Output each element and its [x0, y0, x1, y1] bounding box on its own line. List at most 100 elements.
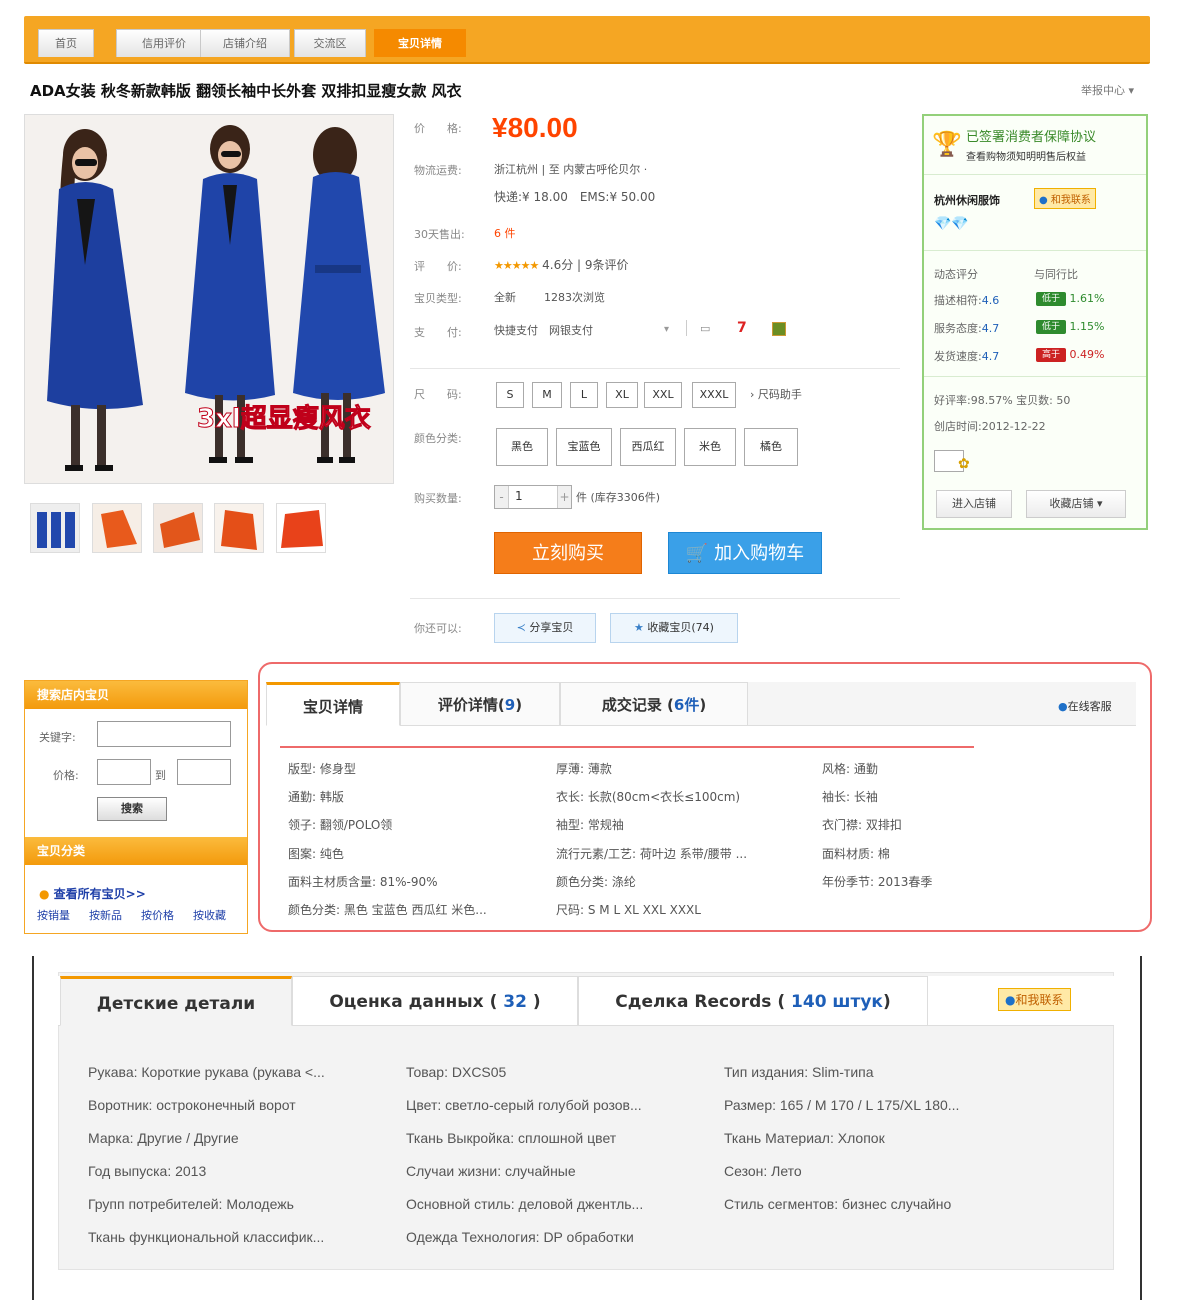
thumbnail-4[interactable] [214, 503, 264, 553]
score-value: 4.6 [981, 294, 1000, 307]
thumbnail-1[interactable] [30, 503, 80, 553]
contact-seller-button[interactable]: ● 和我联系 [1034, 188, 1096, 209]
size-option-xl[interactable]: XL [606, 382, 638, 408]
add-to-cart-button[interactable]: 🛒 加入购物车 [668, 532, 822, 574]
search-button[interactable]: 搜索 [97, 797, 167, 821]
online-service-link[interactable]: ●在线客服 [1058, 698, 1112, 714]
shop-name[interactable]: 杭州休闲服饰 [934, 192, 1000, 208]
size-option-xxl[interactable]: XXL [644, 382, 682, 408]
all-items-link[interactable]: ● 查看所有宝贝>> [39, 885, 146, 902]
color-option-black[interactable]: 黑色 [496, 428, 548, 466]
size-option-xxxl[interactable]: XXXL [692, 382, 736, 408]
shop-search-panel: 搜索店内宝贝 关键字: 价格: 到 搜索 宝贝分类 ● 查看所有宝贝>> 按销量… [24, 680, 248, 934]
image-caption: 3xl超显瘦风衣 [197, 403, 371, 434]
medal-icon: ✿ [958, 456, 970, 472]
size-helper-link[interactable]: › 尺码助手 [750, 386, 802, 402]
guarantee-sub[interactable]: 查看购物须知明明售后权益 [966, 148, 1086, 163]
attribute-item-ru: Ткань Выкройка: сплошной цвет [406, 1130, 617, 1146]
tab-item-details[interactable]: 宝贝详情 [266, 682, 400, 726]
rating-label: 评 价: [414, 260, 462, 273]
views: 1283次浏览 [544, 291, 605, 304]
attribute-item-ru: Товар: DXCS05 [406, 1064, 507, 1080]
thumbnail-2[interactable] [92, 503, 142, 553]
diamond-rank-icon: 💎💎 [934, 216, 969, 232]
status-badge: 低于 [1036, 320, 1066, 334]
tab-forum[interactable]: 交流区 [294, 29, 366, 57]
good-rate: 好评率:98.57% [934, 394, 1013, 407]
color-option-beige[interactable]: 米色 [684, 428, 736, 466]
contact-seller-button-ru[interactable]: ●和我联系 [998, 988, 1071, 1011]
minus-icon[interactable]: - [495, 486, 509, 508]
plus-icon[interactable]: + [557, 486, 571, 508]
attribute-item-ru: Одежда Технология: DP обработки [406, 1229, 634, 1245]
guarantee-title[interactable]: 已签署消费者保障协议 [966, 126, 1096, 145]
product-title: ADA女装 秋冬新款韩版 翻领长袖中长外套 双排扣显瘦女款 风衣 [30, 82, 462, 100]
chevron-down-icon[interactable]: ▾ [664, 324, 669, 335]
rating[interactable]: ★★★★★ 4.6分 | 9条评价 [494, 256, 629, 273]
price-min-input[interactable] [97, 759, 151, 785]
star-icon: ★ [634, 621, 644, 634]
tab-transactions-ru[interactable]: Сделка Records ( 140 штук) [578, 976, 928, 1026]
qty-label: 购买数量: [414, 492, 462, 505]
attribute-item: 通勤: 韩版 [288, 790, 344, 805]
detail-panel-cn: 宝贝详情 评价详情(9) 成交记录 (6件) ●在线客服 版型: 修身型 厚薄: … [258, 662, 1152, 932]
tab-details-ru[interactable]: Детские детали [60, 976, 292, 1026]
type-label: 宝贝类型: [414, 292, 462, 305]
attribute-item: 厚薄: 薄款 [556, 762, 612, 776]
chat-icon: ● [1058, 700, 1068, 713]
price-range-label: 价格: [53, 769, 79, 782]
size-option-m[interactable]: M [532, 382, 562, 408]
attribute-item: 尺码: S M L XL XXL XXXL [556, 903, 701, 917]
buy-now-button[interactable]: 立刻购买 [494, 532, 642, 574]
tab-transactions[interactable]: 成交记录 (6件) [560, 682, 748, 726]
share-label-text: 分享宝贝 [529, 621, 574, 634]
size-option-l[interactable]: L [570, 382, 598, 408]
divider [924, 250, 1146, 251]
quantity-input[interactable]: 1 [515, 489, 523, 503]
chat-icon: ● [1039, 195, 1048, 206]
color-label: 颜色分类: [414, 432, 462, 445]
color-option-royal-blue[interactable]: 宝蓝色 [556, 428, 612, 466]
keyword-input[interactable] [97, 721, 231, 747]
enter-shop-button[interactable]: 进入店铺 [936, 490, 1012, 518]
favorite-shop-button[interactable]: 收藏店铺 ▾ [1026, 490, 1126, 518]
attribute-item: 风格: 通勤 [822, 762, 878, 776]
sort-by-new-link[interactable]: 按新品 [89, 907, 122, 923]
tab-credit[interactable]: 信用评价 [116, 29, 212, 57]
product-main-image[interactable]: 3xl超显瘦风衣 [24, 114, 394, 484]
price-max-input[interactable] [177, 759, 231, 785]
tab-shop-intro[interactable]: 店铺介绍 [200, 29, 290, 57]
logistics-route[interactable]: 浙江杭州 | 至 内蒙古呼伦贝尔 · [494, 161, 647, 177]
color-option-watermelon-red[interactable]: 西瓜红 [620, 428, 676, 466]
divider [924, 376, 1146, 377]
color-option-orange[interactable]: 橘色 [744, 428, 798, 466]
sort-by-favorites-link[interactable]: 按收藏 [193, 907, 226, 923]
attribute-item-ru: Основной стиль: деловой джентль... [406, 1196, 644, 1212]
rating-count[interactable]: 9条评价 [585, 258, 629, 272]
tab-reviews-ru[interactable]: Оценка данных ( 32 ) [292, 976, 578, 1026]
quantity-stepper[interactable]: - 1 + [494, 485, 572, 509]
attribute-item: 图案: 纯色 [288, 846, 344, 861]
score-label: 描述相符: [934, 294, 982, 307]
thumbnail-5[interactable] [276, 503, 326, 553]
star-rating-icon: ★★★★★ [494, 259, 539, 272]
attribute-item: 颜色分类: 涤纶 [556, 874, 636, 889]
share-button[interactable]: ≺ 分享宝贝 [494, 613, 596, 643]
trophy-icon: 🏆 [932, 130, 962, 158]
score-label: 发货速度: [934, 350, 982, 363]
chevron-down-icon: ▾ [1128, 84, 1134, 97]
sort-by-price-link[interactable]: 按价格 [141, 907, 174, 923]
thumbnail-3[interactable] [153, 503, 203, 553]
tab-item-detail[interactable]: 宝贝详情 [374, 29, 466, 57]
size-option-s[interactable]: S [496, 382, 524, 408]
tab-home[interactable]: 首页 [38, 29, 94, 57]
sold-value: 6 件 [494, 227, 516, 240]
report-center-link[interactable]: 举报中心 ▾ [1081, 82, 1134, 98]
red-underline [280, 746, 974, 748]
tab-reviews[interactable]: 评价详情(9) [400, 682, 560, 726]
sort-by-sales-link[interactable]: 按销量 [37, 907, 70, 923]
score-pct: 1.15% [1069, 320, 1105, 333]
to-label: 到 [155, 769, 166, 782]
peer-compare-label: 与同行比 [1034, 268, 1078, 281]
favorite-item-button[interactable]: ★ 收藏宝贝(74) [610, 613, 738, 643]
